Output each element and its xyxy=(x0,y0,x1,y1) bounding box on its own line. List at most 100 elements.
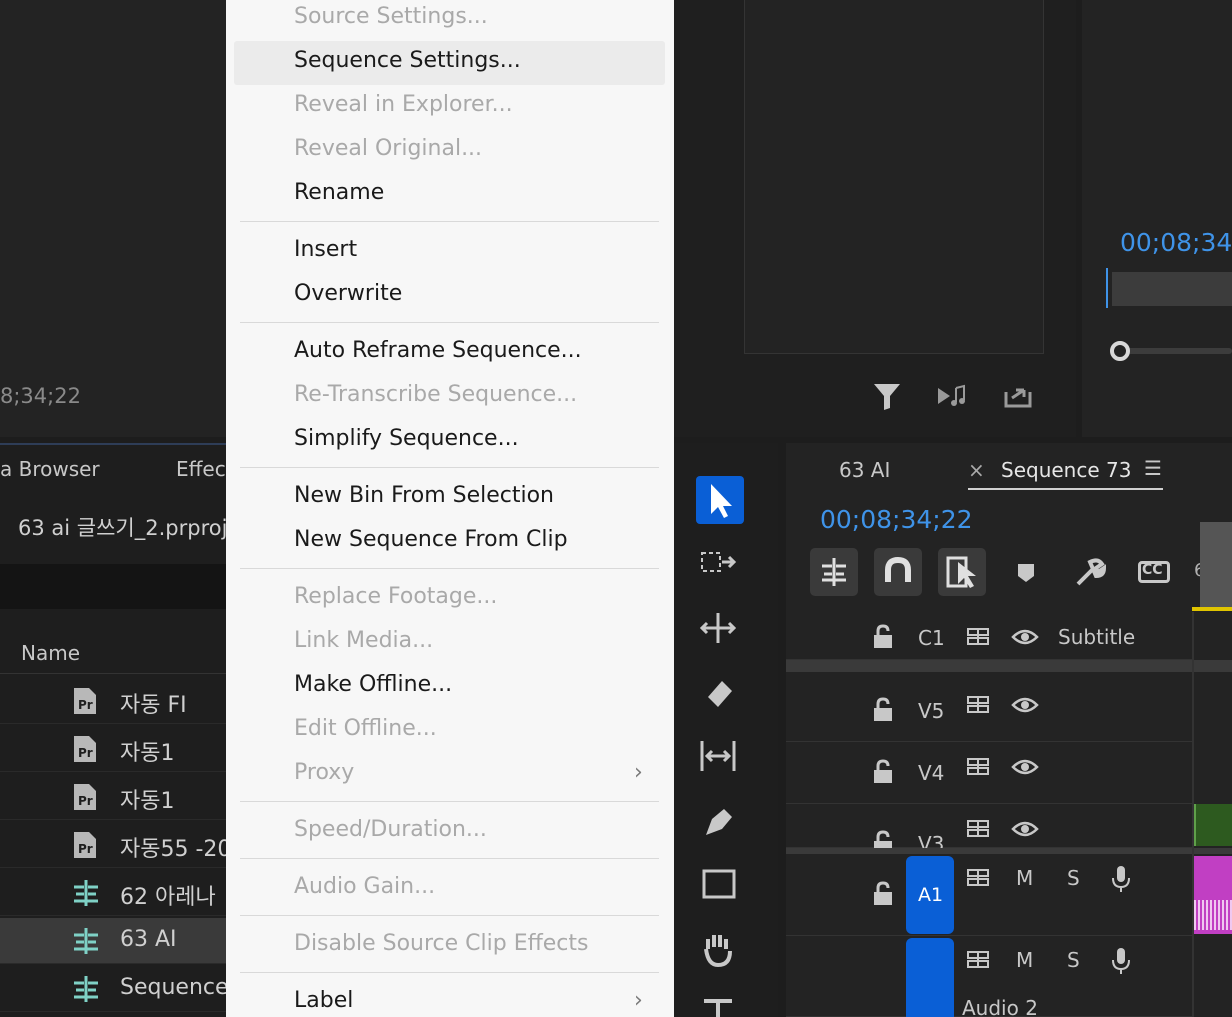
menu-item-reveal-original[interactable]: Reveal Original... xyxy=(234,129,665,173)
menu-item-insert[interactable]: Insert xyxy=(234,230,665,274)
sync-lock-icon[interactable] xyxy=(966,867,992,889)
program-timecode[interactable]: 00;08;34 xyxy=(1120,228,1232,257)
tab-effects[interactable]: Effec xyxy=(176,457,226,481)
mute-button[interactable]: M xyxy=(1016,866,1033,890)
panel-menu-icon[interactable]: ☰ xyxy=(1144,456,1162,480)
menu-item-auto-reframe-sequence[interactable]: Auto Reframe Sequence... xyxy=(234,331,665,375)
menu-item-simplify-sequence[interactable]: Simplify Sequence... xyxy=(234,419,665,463)
project-list-item[interactable]: Pr 자동1 xyxy=(0,774,226,820)
wrench-icon[interactable] xyxy=(1072,556,1108,588)
project-list-item[interactable]: Pr 자동55 -20 xyxy=(0,822,231,868)
a1-audio-clip[interactable] xyxy=(1194,856,1232,934)
menu-item-speed-duration[interactable]: Speed/Duration... xyxy=(234,810,665,854)
close-tab-icon[interactable]: × xyxy=(968,458,985,482)
playhead-marker xyxy=(1106,268,1108,308)
menu-item-edit-offline[interactable]: Edit Offline... xyxy=(234,709,665,753)
menu-item-reveal-in-explorer[interactable]: Reveal in Explorer... xyxy=(234,85,665,129)
export-frame-icon[interactable] xyxy=(1002,382,1034,410)
project-list-item[interactable]: 63 AI xyxy=(0,918,226,964)
lock-icon[interactable] xyxy=(871,697,895,723)
microphone-icon[interactable] xyxy=(1110,864,1132,894)
sync-lock-icon[interactable] xyxy=(966,694,992,716)
menu-item-label: Sequence Settings... xyxy=(294,48,521,73)
track-divider[interactable] xyxy=(786,660,1232,672)
eye-icon[interactable] xyxy=(1011,819,1039,839)
menu-item-replace-footage[interactable]: Replace Footage... xyxy=(234,577,665,621)
timeline-tab-63-ai[interactable]: 63 AI xyxy=(839,458,890,482)
work-area-bar[interactable] xyxy=(1192,607,1232,611)
menu-item-proxy[interactable]: Proxy › xyxy=(234,753,665,797)
sync-lock-icon[interactable] xyxy=(966,949,992,971)
project-list-item[interactable]: 62 아레나 xyxy=(0,870,226,916)
menu-item-label: Auto Reframe Sequence... xyxy=(294,338,582,363)
timeline-tab-sequence-73[interactable]: Sequence 73 xyxy=(1001,458,1131,482)
filter-icon[interactable] xyxy=(872,380,902,412)
active-tab-underline xyxy=(968,488,1163,490)
add-marker-icon[interactable] xyxy=(1014,560,1038,586)
lock-icon[interactable] xyxy=(871,624,895,650)
insert-audio-icon[interactable] xyxy=(936,382,970,410)
slip-tool-icon[interactable] xyxy=(698,737,742,777)
v3-video-clip[interactable] xyxy=(1194,804,1232,846)
menu-item-link-media[interactable]: Link Media... xyxy=(234,621,665,665)
menu-item-rename[interactable]: Rename xyxy=(234,173,665,217)
lock-icon[interactable] xyxy=(871,881,895,907)
program-ruler[interactable] xyxy=(1112,272,1232,306)
track-name-c1[interactable]: C1 xyxy=(918,626,945,650)
snap-button[interactable] xyxy=(874,548,922,596)
sync-lock-icon[interactable] xyxy=(966,756,992,778)
track-name-v4[interactable]: V4 xyxy=(918,761,944,785)
pen-tool-icon[interactable] xyxy=(698,801,742,841)
menu-item-source-settings[interactable]: Source Settings... xyxy=(234,0,665,41)
eye-icon[interactable] xyxy=(1011,695,1039,715)
captions-icon[interactable]: CC xyxy=(1138,561,1170,583)
solo-button[interactable]: S xyxy=(1067,948,1080,972)
linked-selection-button[interactable] xyxy=(938,548,986,596)
mute-button[interactable]: M xyxy=(1016,948,1033,972)
menu-item-re-transcribe-sequence[interactable]: Re-Transcribe Sequence... xyxy=(234,375,665,419)
menu-item-sequence-settings[interactable]: Sequence Settings... xyxy=(234,41,665,85)
menu-item-new-sequence-from-clip[interactable]: New Sequence From Clip xyxy=(234,520,665,564)
project-item-label: 자동1 xyxy=(120,789,175,814)
track-name-v5[interactable]: V5 xyxy=(918,699,944,723)
microphone-icon[interactable] xyxy=(1110,946,1132,976)
lock-icon[interactable] xyxy=(871,759,895,785)
hand-tool-icon[interactable] xyxy=(698,929,742,969)
menu-item-overwrite[interactable]: Overwrite xyxy=(234,274,665,318)
svg-text:Pr: Pr xyxy=(78,698,93,712)
menu-item-audio-gain[interactable]: Audio Gain... xyxy=(234,867,665,911)
razor-tool-icon[interactable] xyxy=(698,673,742,713)
menu-item-make-offline[interactable]: Make Offline... xyxy=(234,665,665,709)
menu-item-disable-source-clip-effects[interactable]: Disable Source Clip Effects xyxy=(234,924,665,968)
a1-source-patch[interactable]: A1 xyxy=(906,856,954,934)
rectangle-tool-icon[interactable] xyxy=(698,865,742,905)
premiere-file-icon: Pr xyxy=(74,784,96,810)
selection-tool[interactable] xyxy=(696,476,744,524)
menu-item-label: New Sequence From Clip xyxy=(294,527,568,552)
project-list-item[interactable]: Sequence 7 xyxy=(0,966,250,1012)
eye-icon[interactable] xyxy=(1011,627,1039,647)
nest-sequences-button[interactable] xyxy=(810,548,858,596)
solo-button[interactable]: S xyxy=(1067,866,1080,890)
type-tool-icon[interactable] xyxy=(698,993,742,1017)
zoom-handle[interactable] xyxy=(1110,341,1130,361)
menu-item-label: Make Offline... xyxy=(294,672,453,697)
track-select-tool-icon[interactable] xyxy=(698,547,742,587)
tab-media-browser[interactable]: a Browser xyxy=(0,457,100,481)
menu-item-label[interactable]: Label › xyxy=(234,981,665,1017)
project-list-item[interactable]: Pr 자동 FI xyxy=(0,678,226,724)
sync-lock-icon[interactable] xyxy=(966,626,992,648)
project-search-bar[interactable] xyxy=(0,564,226,609)
lock-icon[interactable] xyxy=(871,830,895,848)
a2-source-patch[interactable] xyxy=(906,938,954,1017)
name-column-header[interactable]: Name xyxy=(0,628,226,674)
eye-icon[interactable] xyxy=(1011,757,1039,777)
track-name-v3[interactable]: V3 xyxy=(918,832,944,848)
timeline-timecode[interactable]: 00;08;34;22 xyxy=(820,505,973,534)
timeline-ruler-area[interactable] xyxy=(1200,522,1232,610)
project-list-item[interactable]: Pr 자동1 xyxy=(0,726,226,772)
sync-lock-icon[interactable] xyxy=(966,818,992,840)
zoom-scrollbar[interactable] xyxy=(1112,348,1232,354)
menu-item-new-bin-from-selection[interactable]: New Bin From Selection xyxy=(234,476,665,520)
ripple-edit-tool-icon[interactable] xyxy=(698,609,742,649)
